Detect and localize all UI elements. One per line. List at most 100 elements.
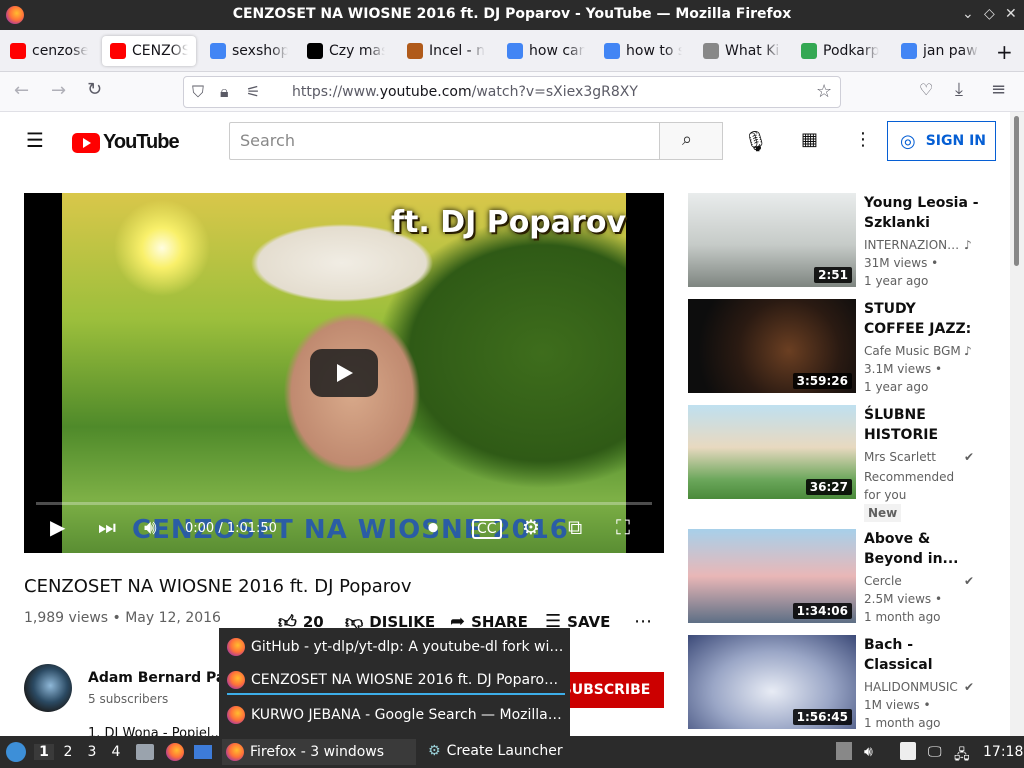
captions-icon[interactable]: CC [472, 519, 502, 539]
recommendation-title[interactable]: STUDY COFFEE JAZZ: Smooth Jazz [864, 299, 980, 339]
reload-icon[interactable]: ↻ [87, 79, 102, 100]
forward-icon[interactable]: → [51, 80, 66, 101]
account-icon: ◎ [900, 130, 916, 152]
recommendation-channel[interactable]: Cercle [864, 574, 962, 588]
workspace-4[interactable]: 4 [106, 744, 126, 760]
recommendation-thumbnail[interactable]: 36:27 [688, 405, 856, 499]
avatar[interactable] [24, 664, 72, 712]
google-icon [210, 43, 226, 59]
microphone-icon[interactable]: 🎙︎ [743, 129, 768, 153]
recommendation-thumbnail[interactable]: 3:59:26 [688, 299, 856, 393]
workspace-2[interactable]: 2 [58, 744, 78, 760]
minimize-icon[interactable]: ⌄ [962, 6, 974, 22]
volume-icon[interactable]: 🔊︎ [144, 515, 157, 539]
duration-badge: 1:34:06 [792, 603, 852, 619]
url-prefix: https://www. [292, 84, 380, 100]
file-manager-icon[interactable] [136, 744, 154, 760]
tab-0[interactable]: cenzoset [2, 36, 96, 66]
clipboard-icon[interactable] [900, 742, 916, 760]
url-bar[interactable]: ⛉ 🔒︎ ⚟ https://www.youtube.com/watch?v=s… [183, 76, 841, 108]
page-scrollbar[interactable] [1010, 112, 1024, 736]
new-tab-icon[interactable]: + [996, 40, 1013, 64]
more-options-icon[interactable]: ⋮ [854, 129, 872, 150]
recommendation-channel[interactable]: Mrs Scarlett [864, 450, 962, 464]
recommendation-channel[interactable]: HALIDONMUSIC [864, 680, 962, 694]
music-note-icon: ♪ [964, 344, 972, 358]
hamburger-menu-icon[interactable]: ☰ [26, 128, 44, 152]
tray-box-icon[interactable] [836, 742, 852, 760]
recommendation-item[interactable]: 36:27 ŚLUBNE HISTORIE SĄ... Mrs Scarlett✔ R… [688, 405, 998, 522]
recommendation-item[interactable]: 2:51 Young Leosia - Szklanki INTERNAZIONAL… [688, 193, 998, 293]
video-title: CENZOSET NA WIOSNE 2016 ft. DJ Poparov [24, 576, 412, 597]
network-icon[interactable]: 🖧︎ [954, 744, 970, 768]
search-input[interactable]: Search [229, 122, 661, 160]
recommendation-age: 1 month ago [864, 610, 941, 624]
apps-grid-icon[interactable]: ▦ [801, 129, 818, 150]
window-title: CENZOSET NA WIOSNE 2016 ft. DJ Poparov -… [232, 6, 792, 22]
recommendation-channel[interactable]: INTERNAZIONALE [864, 238, 962, 252]
workspace-3[interactable]: 3 [82, 744, 102, 760]
fullscreen-icon[interactable]: ⛶ [616, 515, 630, 539]
recommendation-views: Recommended for you [864, 470, 955, 502]
bookmark-star-icon[interactable]: ☆ [816, 81, 832, 102]
tab-9[interactable]: jan paw [893, 36, 987, 66]
recommendation-item[interactable]: 1:56:45 Bach - Classical Music for... HALI… [688, 635, 998, 735]
window-list-item[interactable]: GitHub - yt-dlp/yt-dlp: A youtube-dl for… [227, 633, 565, 661]
permissions-icon[interactable]: ⚟ [246, 82, 260, 101]
video-player[interactable]: ft. DJ Poparov CENZOSET NA WIOSNE 2016 ▶… [24, 193, 664, 553]
tab-7[interactable]: What Ki [695, 36, 789, 66]
recommendation-channel[interactable]: Cafe Music BGM [864, 344, 962, 358]
recommendation-thumbnail[interactable]: 1:56:45 [688, 635, 856, 729]
tab-1[interactable]: CENZOSET [102, 36, 196, 66]
miniplayer-icon[interactable]: ⧉ [568, 515, 582, 539]
duration-badge: 1:56:45 [792, 709, 852, 725]
settings-gear-icon[interactable]: ⚙ [522, 515, 540, 539]
lock-icon[interactable]: 🔒︎ [220, 82, 229, 102]
download-icon[interactable]: ⤓ [955, 79, 963, 100]
progress-bar[interactable] [36, 502, 652, 505]
tab-8[interactable]: Podkarp [793, 36, 887, 66]
shield-icon[interactable]: ⛉ [192, 82, 204, 102]
window-list-item[interactable]: CENZOSET NA WIOSNE 2016 ft. DJ Poparov -… [227, 667, 565, 695]
display-icon[interactable]: 🖵︎ [928, 744, 942, 760]
sign-in-button[interactable]: ◎ SIGN IN [887, 121, 996, 161]
tab-label: CENZOSET [132, 43, 188, 59]
close-icon[interactable]: ✕ [1005, 6, 1017, 22]
recommendation-thumbnail[interactable]: 2:51 [688, 193, 856, 287]
start-menu-icon[interactable] [6, 742, 26, 762]
menu-icon[interactable]: ≡ [991, 79, 1006, 100]
tab-5[interactable]: how can [499, 36, 593, 66]
volume-tray-icon[interactable]: 🔊︎ [864, 744, 873, 760]
desktop-icon[interactable] [194, 745, 212, 759]
back-icon[interactable]: ← [14, 80, 29, 101]
more-actions-icon[interactable]: ⋯ [634, 611, 652, 632]
next-icon[interactable]: ⏭ [98, 515, 116, 539]
tab-4[interactable]: Incel - n [399, 36, 493, 66]
recommendation-title[interactable]: Young Leosia - Szklanki [864, 193, 980, 233]
recommendation-thumbnail[interactable]: 1:34:06 [688, 529, 856, 623]
play-icon[interactable]: ▶ [50, 515, 65, 539]
pocket-icon[interactable]: ♡ [919, 80, 933, 99]
recommendation-title[interactable]: Above & Beyond in... [864, 529, 980, 569]
maximize-icon[interactable]: ◇ [984, 6, 995, 22]
tab-label: Incel - n [429, 43, 485, 59]
youtube-logo[interactable]: YouTube [72, 131, 180, 154]
tab-6[interactable]: how to s [596, 36, 690, 66]
firefox-window-group[interactable]: Firefox - 3 windows [222, 739, 416, 765]
recommendation-item[interactable]: 1:34:06 Above & Beyond in... Cercle ✔ 2.5M v… [688, 529, 998, 629]
autoplay-toggle-icon[interactable]: ⏺ [428, 515, 438, 539]
recommendation-item[interactable]: 3:59:26 STUDY COFFEE JAZZ: Smooth Jazz Caf… [688, 299, 998, 399]
recommendation-title[interactable]: ŚLUBNE HISTORIE SĄ... [864, 405, 980, 445]
tab-2[interactable]: sexshop [202, 36, 296, 66]
large-play-button[interactable] [310, 349, 378, 397]
workspace-1[interactable]: 1 [34, 744, 54, 760]
window-list-item[interactable]: KURWO JEBANA - Google Search — Mozilla F… [227, 701, 565, 729]
create-launcher-button[interactable]: ⚙ Create Launcher [428, 743, 563, 759]
firefox-launcher-icon[interactable] [166, 743, 184, 761]
search-button[interactable]: ⌕ [659, 122, 723, 160]
scrollbar-thumb[interactable] [1014, 116, 1019, 266]
tab-3[interactable]: Czy mas [299, 36, 393, 66]
recommendation-title[interactable]: Bach - Classical Music for... [864, 635, 980, 675]
window-list-label: GitHub - yt-dlp/yt-dlp: A youtube-dl for… [251, 639, 565, 655]
url-text[interactable]: https://www.youtube.com/watch?v=sXiex3gR… [292, 84, 638, 100]
